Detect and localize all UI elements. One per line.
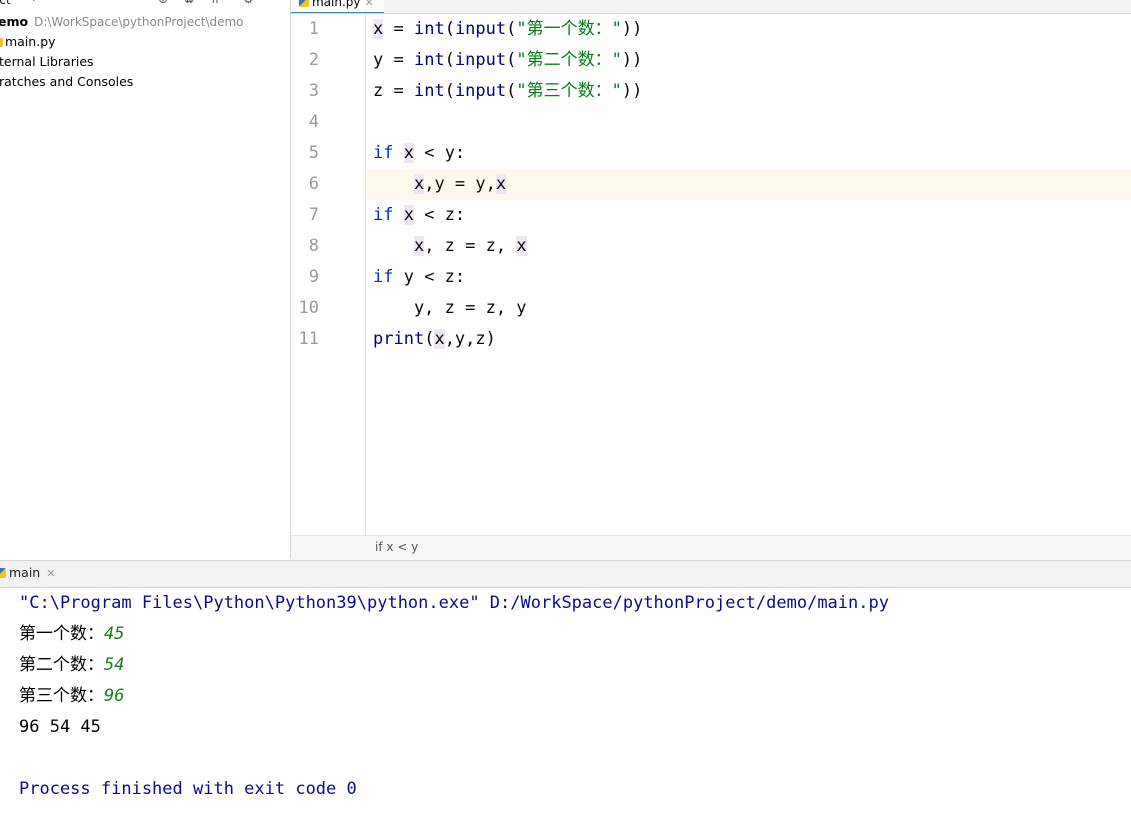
code-line-text: x,y = y,x	[413, 174, 507, 194]
console-input: 96	[104, 686, 125, 706]
console-exit-message: Process finished with exit code 0	[19, 779, 357, 799]
line-number: 8	[308, 236, 319, 256]
run-tab-label: main	[9, 565, 41, 580]
console-command: "C:\Program Files\Python\Python39\python…	[19, 593, 889, 613]
line-number: 2	[308, 50, 319, 70]
code-area[interactable]: x = int(input("第一个数：")) y = int(input("第…	[366, 14, 1131, 535]
tree-item-label: ratches and Consoles	[0, 74, 134, 89]
collapse-all-icon[interactable]: ⇈	[210, 0, 220, 6]
line-number: 1	[308, 19, 319, 39]
code-line[interactable]: print(x,y,z)	[366, 324, 1131, 355]
line-number: 10	[298, 298, 319, 318]
breadcrumb: if x < y	[291, 535, 1131, 560]
editor-tab-bar: main.py ✕	[291, 0, 1131, 14]
code-line[interactable]: x, z = z, x	[366, 231, 1131, 262]
close-icon[interactable]: ✕	[46, 567, 55, 580]
code-line[interactable]: if x < y:	[366, 138, 1131, 169]
project-root-name: emo	[0, 14, 29, 29]
code-line-text: x, z = z, x	[413, 236, 527, 256]
code-line[interactable]: if x < z:	[366, 200, 1131, 231]
code-line[interactable]: z = int(input("第三个数："))	[366, 76, 1131, 107]
code-line-text: y, z = z, y	[373, 298, 527, 318]
run-tab-main[interactable]: main ✕	[0, 565, 55, 580]
line-number: 6	[308, 174, 319, 194]
project-root-path: D:\WorkSpace\pythonProject\demo	[34, 15, 244, 29]
project-panel: ect ▼ ⊕ ⇊ ⇈ ⚙ – emo D:\WorkSpace\pythonPr…	[0, 0, 291, 559]
console-prompt-line: 第二个数：54	[19, 650, 124, 681]
line-number: 3	[308, 81, 319, 101]
code-line[interactable]: y, z = z, y	[366, 293, 1131, 324]
code-line-text: y = int(input("第二个数："))	[373, 50, 643, 70]
python-file-icon	[299, 0, 309, 7]
console-input: 54	[104, 655, 125, 675]
console-output: 96 54 45	[19, 717, 101, 737]
close-icon[interactable]: ✕	[365, 0, 374, 9]
code-line[interactable]: if y < z:	[366, 262, 1131, 293]
console-input: 45	[104, 624, 125, 644]
line-number: 4	[308, 112, 319, 132]
code-line[interactable]: x = int(input("第一个数："))	[366, 14, 1131, 45]
tree-item-external-libraries[interactable]: ternal Libraries	[0, 54, 94, 74]
project-toolbar: ect ▼ ⊕ ⇊ ⇈ ⚙ –	[0, 0, 290, 9]
line-number: 5	[308, 143, 319, 163]
console-prompt: 第二个数：	[19, 655, 104, 675]
run-tab-bar: main ✕	[0, 560, 1131, 588]
tree-item-label: ternal Libraries	[0, 54, 94, 69]
tree-item-main-py[interactable]: main.py	[0, 34, 56, 54]
code-line-text: if y < z:	[373, 267, 466, 287]
code-line-text: print(x,y,z)	[373, 329, 496, 349]
run-console[interactable]: "C:\Program Files\Python\Python39\python…	[0, 588, 1131, 815]
code-line-text: z = int(input("第三个数："))	[373, 81, 643, 101]
code-line-text: if x < y:	[373, 143, 466, 163]
project-panel-title[interactable]: ect	[0, 0, 11, 7]
tree-item-scratches[interactable]: ratches and Consoles	[0, 74, 133, 94]
project-root[interactable]: emo D:\WorkSpace\pythonProject\demo	[0, 14, 244, 34]
python-run-icon	[0, 568, 6, 578]
code-line[interactable]: x,y = y,x	[366, 169, 1131, 200]
tree-item-label: main.py	[5, 34, 56, 49]
editor-tab-label: main.py	[312, 0, 361, 9]
editor-tab-main-py[interactable]: main.py ✕	[291, 0, 384, 13]
line-number: 9	[308, 267, 319, 287]
gear-icon[interactable]: ⚙	[243, 0, 254, 6]
line-number-gutter: 1 2 3 4 5 6 7 8 9 10 11	[291, 14, 366, 535]
line-number: 11	[298, 329, 319, 349]
locate-icon[interactable]: ⊕	[158, 0, 168, 6]
python-file-icon	[0, 38, 3, 47]
breadcrumb-item[interactable]: if x < y	[375, 540, 418, 554]
code-line[interactable]	[366, 107, 1131, 138]
console-prompt-line: 第三个数：96	[19, 681, 124, 712]
chevron-down-icon[interactable]: ▼	[30, 0, 38, 3]
console-prompt: 第一个数：	[19, 624, 104, 644]
code-line-text: x = int(input("第一个数："))	[373, 19, 643, 39]
line-number: 7	[308, 205, 319, 225]
console-prompt: 第三个数：	[19, 686, 104, 706]
expand-all-icon[interactable]: ⇊	[184, 0, 194, 6]
code-line[interactable]: y = int(input("第二个数："))	[366, 45, 1131, 76]
code-line-text: if x < z:	[373, 205, 466, 225]
console-prompt-line: 第一个数：45	[19, 619, 124, 650]
hide-icon[interactable]: –	[268, 0, 274, 6]
code-editor[interactable]: 1 2 3 4 5 6 7 8 9 10 11 x = int(input("第…	[291, 14, 1131, 535]
